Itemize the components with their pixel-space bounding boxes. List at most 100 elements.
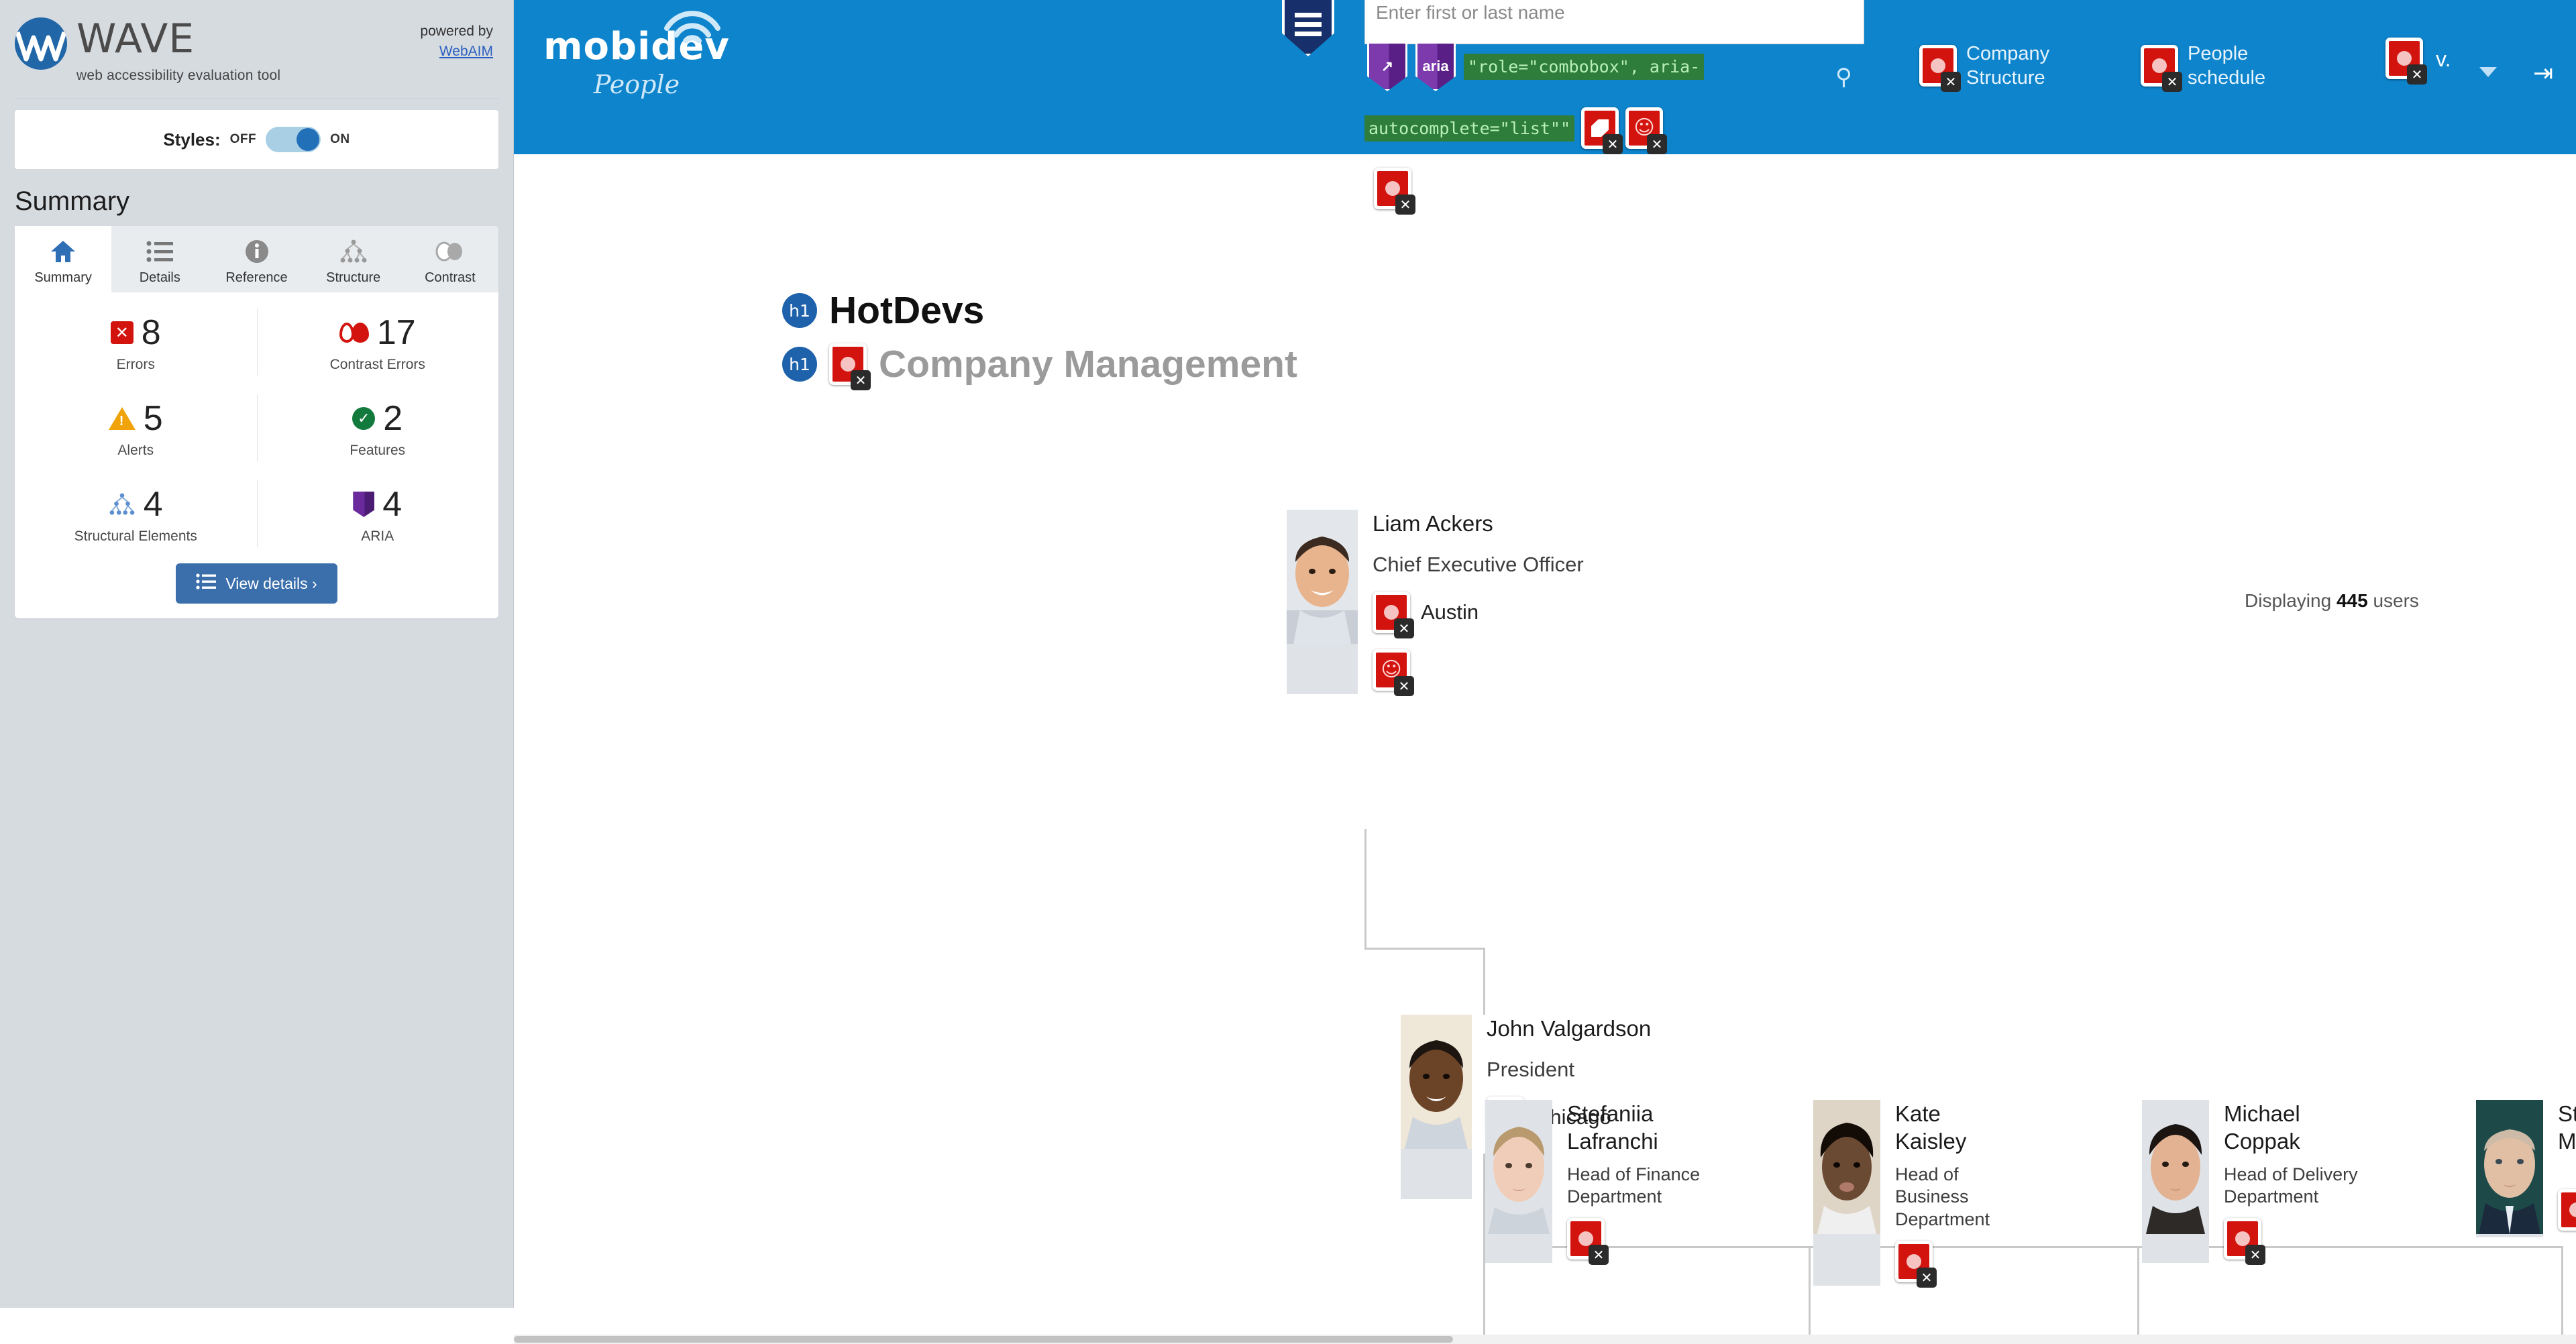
org-node-name: Kate Kaisley xyxy=(1895,1101,1967,1154)
org-node-badges: ✕ xyxy=(2558,1188,2576,1234)
search-input[interactable]: Enter first or last name xyxy=(1364,0,1864,44)
aria-badge-icon[interactable]: aria xyxy=(1415,42,1456,91)
wave-orb-icon xyxy=(15,17,67,70)
wave-tabs: Summary Details Reference Structure Cont… xyxy=(15,226,498,292)
aria-code-note-2: autocomplete="list"" xyxy=(1364,115,1575,142)
stat-aria-label: ARIA xyxy=(361,528,394,544)
nav-company-structure[interactable]: ✕ Company Structure xyxy=(1919,42,2094,93)
wave-contrast-error-icon[interactable]: ☺✕ xyxy=(1373,649,1414,696)
tree-connector xyxy=(2137,1246,2139,1340)
tab-summary[interactable]: Summary xyxy=(15,226,112,292)
stat-contrast-errors-value: 17 xyxy=(376,313,416,352)
aria-icon xyxy=(353,492,375,517)
nav-company-structure-label: Company Structure xyxy=(1966,43,2050,89)
wave-logo: WAVE web accessibility evaluation tool xyxy=(15,17,420,84)
org-node-title: Head of Business Department xyxy=(1895,1164,1990,1230)
wave-shield-icon xyxy=(1282,0,1334,56)
tab-details[interactable]: Details xyxy=(111,226,208,292)
contrast-error-icon xyxy=(339,323,369,343)
tab-reference[interactable]: Reference xyxy=(208,226,305,292)
stat-top: 4 xyxy=(15,487,257,522)
home-icon xyxy=(16,237,110,266)
h1-badge-icon: h1 xyxy=(782,347,817,382)
wave-label-error-icon[interactable]: ✕ xyxy=(1581,107,1623,154)
wave-error-icon[interactable]: ✕ xyxy=(1373,592,1414,638)
webaim-link[interactable]: WebAIM xyxy=(420,42,493,62)
displaying-prefix: Displaying xyxy=(2245,590,2332,611)
stat-errors[interactable]: ✕ 8 Errors xyxy=(15,299,257,385)
org-node-head-2[interactable]: Kate Kaisley Head of Business Department… xyxy=(1813,1100,2036,1288)
stat-structural-elements[interactable]: 4 Structural Elements xyxy=(15,471,257,557)
tab-summary-label: Summary xyxy=(34,270,92,285)
tree-connector xyxy=(1483,948,1485,1015)
avatar xyxy=(2142,1100,2209,1263)
org-node-head-4[interactable]: Stephan Mezel ✕ xyxy=(2476,1100,2576,1237)
org-node-info: Michael Coppak Head of Delivery Departme… xyxy=(2209,1100,2365,1265)
nav-people-schedule[interactable]: ✕ People schedule xyxy=(2141,42,2315,93)
avatar xyxy=(1485,1100,1552,1263)
wave-sidebar-panel: WAVE web accessibility evaluation tool p… xyxy=(0,0,514,1308)
avatar xyxy=(1813,1100,1880,1286)
wave-error-icon[interactable]: ✕ xyxy=(1895,1240,1937,1288)
org-node-title: President xyxy=(1487,1058,1574,1082)
brand-subtitle: People xyxy=(593,70,680,99)
page-title-company: h1 HotDevs xyxy=(782,288,984,333)
wave-error-icon[interactable]: ✕ xyxy=(1567,1218,1609,1265)
org-node-head-1[interactable]: Stefaniia Lafranchi Head of Finance Depa… xyxy=(1485,1100,1701,1265)
wave-error-icon[interactable]: ✕ xyxy=(2224,1218,2265,1265)
wave-error-icon[interactable]: ✕ xyxy=(1374,168,1415,215)
stat-top: 17 xyxy=(257,315,499,350)
tab-structure-label: Structure xyxy=(326,270,381,285)
tab-structure[interactable]: Structure xyxy=(305,226,402,292)
tab-contrast[interactable]: Contrast xyxy=(402,226,498,292)
tree-connector xyxy=(2561,1246,2563,1340)
chevron-down-icon[interactable] xyxy=(2479,67,2497,77)
stat-features[interactable]: ✓ 2 Features xyxy=(256,385,499,471)
user-menu-label: v. xyxy=(2436,47,2451,71)
app-viewport: mobidev People Enter first or last name … xyxy=(514,0,2576,1344)
stats-row: 4 Structural Elements 4 ARIA xyxy=(15,471,498,557)
wave-error-icon[interactable]: ✕ xyxy=(2558,1188,2576,1231)
org-node-info: Stephan Mezel ✕ xyxy=(2543,1100,2576,1237)
stat-contrast-errors[interactable]: 17 Contrast Errors xyxy=(256,299,499,385)
stat-alerts-value: 5 xyxy=(143,399,163,438)
wave-error-icon[interactable]: ✕ xyxy=(2141,45,2182,93)
view-details-button[interactable]: View details › xyxy=(176,563,337,604)
wave-error-icon[interactable]: ✕ xyxy=(2385,38,2427,85)
search-icon[interactable]: ⚲ xyxy=(1835,64,1852,91)
stat-aria[interactable]: 4 ARIA xyxy=(256,471,499,557)
stat-alerts-label: Alerts xyxy=(117,443,154,458)
structure-icon xyxy=(307,237,400,266)
org-node-info: Kate Kaisley Head of Business Department… xyxy=(1880,1100,2036,1288)
stat-errors-label: Errors xyxy=(116,357,155,372)
powered-by-label: powered by xyxy=(420,23,493,39)
stat-aria-value: 4 xyxy=(382,485,402,524)
styles-toggle-switch[interactable] xyxy=(266,127,321,152)
scrollbar-thumb[interactable] xyxy=(514,1336,1453,1343)
org-node-name: John Valgardson xyxy=(1487,1016,1652,1041)
styles-toggle-bar: Styles: OFF ON xyxy=(15,110,498,169)
org-node-ceo[interactable]: Liam Ackers Chief Executive Officer ✕ Au… xyxy=(1287,510,1584,696)
wave-error-icon[interactable]: ✕ xyxy=(829,343,871,390)
horizontal-scrollbar[interactable] xyxy=(514,1335,2576,1344)
wave-header: WAVE web accessibility evaluation tool p… xyxy=(0,0,513,96)
user-menu[interactable]: ✕ xyxy=(2385,38,2427,85)
stat-features-label: Features xyxy=(350,443,406,458)
org-node-head-3[interactable]: Michael Coppak Head of Delivery Departme… xyxy=(2142,1100,2365,1265)
displaying-count: 445 xyxy=(2336,590,2368,611)
main-content: ✕ h1 HotDevs h1 ✕ Company Management Dis… xyxy=(514,154,2576,1344)
wifi-icon xyxy=(661,5,723,46)
wave-error-icon[interactable]: ✕ xyxy=(1919,45,1961,93)
org-node-info: Liam Ackers Chief Executive Officer ✕ Au… xyxy=(1358,510,1584,696)
tab-details-label: Details xyxy=(139,270,180,285)
stat-errors-value: 8 xyxy=(141,313,161,352)
stat-top: 4 xyxy=(257,487,499,522)
info-icon xyxy=(209,237,303,266)
wave-contrast-error-icon[interactable]: ☺✕ xyxy=(1625,107,1668,154)
avatar xyxy=(1287,510,1358,694)
logout-icon[interactable]: ⇥ xyxy=(2533,59,2553,87)
aria-arrow-icon[interactable]: ↗ xyxy=(1367,42,1407,91)
toggle-knob xyxy=(297,128,320,151)
brand-logo[interactable]: mobidev People xyxy=(526,11,747,99)
stat-alerts[interactable]: 5 Alerts xyxy=(15,385,257,471)
